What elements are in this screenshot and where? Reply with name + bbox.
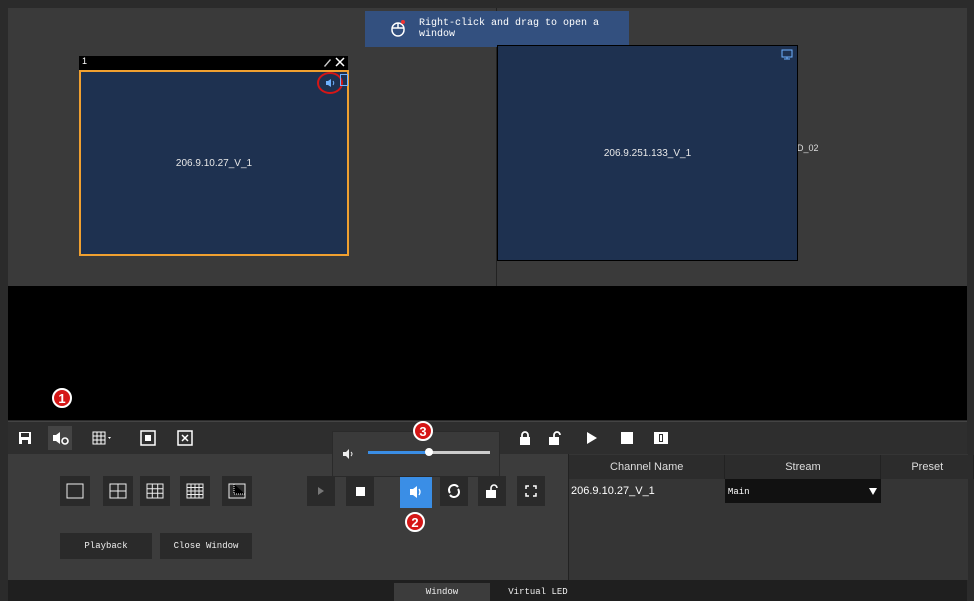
window-2-channel: 206.9.251.133_V_1 <box>603 147 692 159</box>
monitor-icon[interactable] <box>781 49 793 63</box>
refresh-icon[interactable] <box>440 476 468 506</box>
layout-4x4-button[interactable] <box>180 476 210 506</box>
window-info-icon[interactable] <box>340 74 348 86</box>
screen-number-icon[interactable] <box>649 426 673 450</box>
save-icon[interactable] <box>13 426 37 450</box>
window-1-channel: 206.9.10.27_V_1 <box>175 157 253 169</box>
grid-layout-icon[interactable] <box>91 426 115 450</box>
annotation-badge-2: 2 <box>405 512 425 532</box>
play-icon[interactable] <box>580 426 604 450</box>
drag-hint-text: Right-click and drag to open a window <box>419 18 600 40</box>
stop-button[interactable] <box>346 476 374 506</box>
unlock-window-icon[interactable] <box>478 476 506 506</box>
volume-slider-handle[interactable] <box>425 448 433 456</box>
drag-hint: Right-click and drag to open a window <box>365 11 629 47</box>
tab-virtual-led[interactable]: Virtual LED <box>490 583 586 601</box>
mouse-icon <box>391 19 405 40</box>
background-label: D_02 <box>797 143 819 153</box>
close-all-icon[interactable] <box>173 426 197 450</box>
fullscreen-icon[interactable] <box>517 476 545 506</box>
window-2[interactable]: 206.9.251.133_V_1 <box>497 45 798 261</box>
stop-icon[interactable] <box>615 426 639 450</box>
annotation-badge-1: 1 <box>52 388 72 408</box>
cell-preset[interactable] <box>881 479 974 503</box>
layout-custom-button[interactable] <box>222 476 252 506</box>
chevron-down-icon <box>868 486 877 498</box>
table-row[interactable]: 206.9.10.27_V_1 Main <box>569 479 974 503</box>
channel-table: Channel Name Stream Preset 206.9.10.27_V… <box>569 455 974 503</box>
window-fit-icon[interactable] <box>136 426 160 450</box>
column-header-stream[interactable]: Stream <box>724 455 882 479</box>
layout-1x1-button[interactable] <box>60 476 90 506</box>
play-button[interactable] <box>307 476 335 506</box>
stream-select-value: Main <box>727 487 750 497</box>
column-header-preset[interactable]: Preset <box>880 455 974 479</box>
window-1-index: 1 <box>82 56 88 66</box>
annotation-badge-3: 3 <box>413 421 433 441</box>
window-1-titlebar[interactable]: 1 <box>79 56 348 70</box>
stream-select[interactable]: Main <box>724 479 881 503</box>
bottom-tab-bar: Window Virtual LED <box>8 580 967 601</box>
column-header-channel[interactable]: Channel Name <box>569 455 726 479</box>
volume-slider-fill <box>368 451 429 454</box>
layout-3x3-button[interactable] <box>140 476 170 506</box>
edit-icon[interactable] <box>322 56 332 70</box>
playback-button[interactable]: Playback <box>60 533 152 559</box>
volume-slider[interactable] <box>368 448 490 456</box>
volume-icon <box>342 447 356 465</box>
audio-button[interactable] <box>400 476 432 508</box>
audio-settings-icon[interactable] <box>48 426 72 450</box>
tab-window[interactable]: Window <box>394 583 490 601</box>
layout-2x2-button[interactable] <box>103 476 133 506</box>
lock-icon[interactable] <box>513 426 537 450</box>
window-1[interactable]: 206.9.10.27_V_1 <box>79 70 349 256</box>
close-icon[interactable] <box>335 56 345 70</box>
close-window-button[interactable]: Close Window <box>160 533 252 559</box>
unlock-icon[interactable] <box>543 426 567 450</box>
cell-channel: 206.9.10.27_V_1 <box>571 485 655 497</box>
